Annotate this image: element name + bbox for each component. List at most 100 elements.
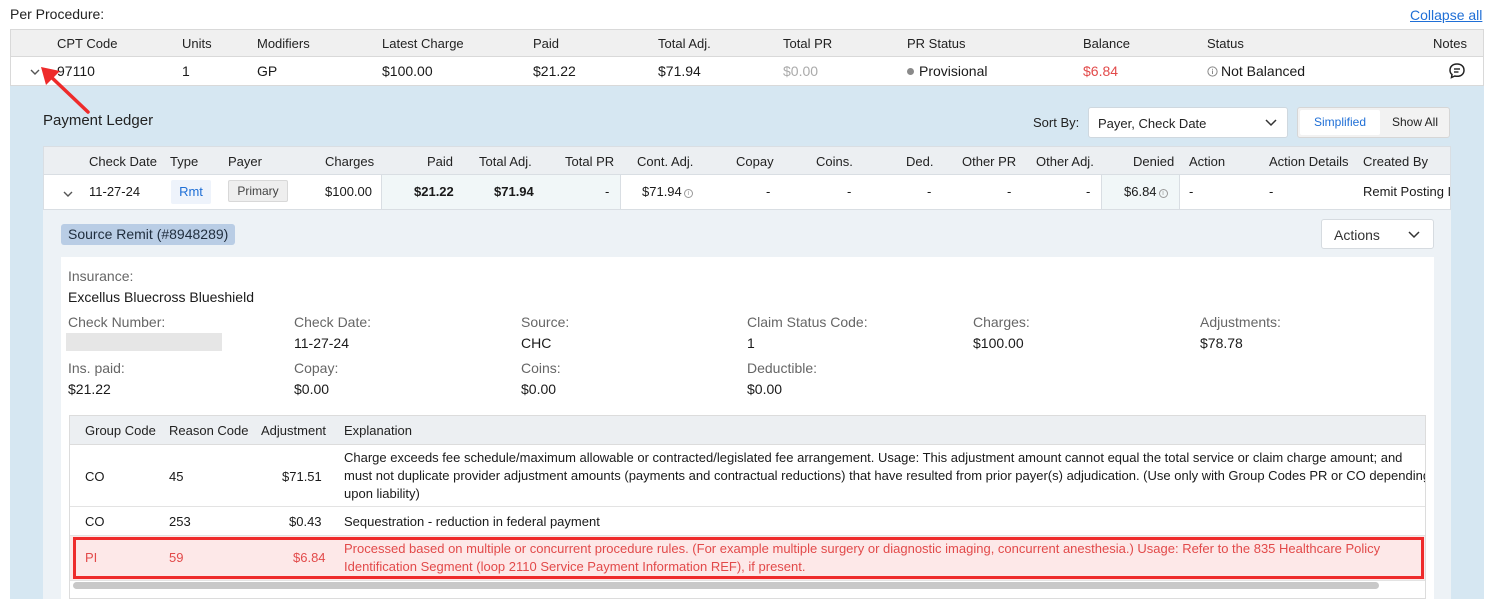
col-adjustment: Adjustment bbox=[261, 423, 327, 438]
chevron-down-icon bbox=[1407, 229, 1421, 244]
source-label: Source: bbox=[521, 314, 570, 330]
ledger-row[interactable]: 11-27-24 Rmt Primary $100.00 $21.22 $71.… bbox=[43, 175, 1451, 210]
col-reason-code: Reason Code bbox=[169, 423, 249, 438]
claim-status-code-value: 1 bbox=[747, 335, 755, 351]
annotation-arrow-icon bbox=[41, 67, 90, 114]
col-status: Status bbox=[1207, 36, 1244, 51]
col-created-by: Created By bbox=[1363, 154, 1429, 169]
group-code-cell: CO bbox=[85, 469, 105, 484]
ins-paid-label: Ins. paid: bbox=[68, 360, 125, 376]
check-date-value: 11-27-24 bbox=[89, 184, 141, 199]
col-paid: Paid bbox=[427, 154, 454, 169]
source-value: CHC bbox=[521, 335, 552, 351]
status-text: Not Balanced bbox=[1221, 63, 1306, 79]
denied-value: $6.84 i bbox=[1124, 184, 1168, 199]
explanation-cell: Charge exceeds fee schedule/maximum allo… bbox=[344, 450, 1426, 501]
col-total-pr: Total PR bbox=[565, 154, 615, 169]
col-action: Action bbox=[1189, 154, 1226, 169]
check-number-label: Check Number: bbox=[68, 314, 166, 330]
total-pr-value: - bbox=[605, 184, 610, 199]
adjustments-value: $78.78 bbox=[1200, 335, 1243, 351]
col-modifiers: Modifiers bbox=[257, 36, 310, 51]
col-total-pr: Total PR bbox=[783, 36, 833, 51]
created-by-value: Remit Posting I bbox=[1363, 184, 1451, 199]
sort-by-select[interactable]: Payer, Check Date bbox=[1088, 107, 1288, 138]
total-adj-value: $71.94 bbox=[658, 63, 701, 79]
page-title: Per Procedure: bbox=[10, 6, 105, 22]
col-group-code: Group Code bbox=[85, 423, 156, 438]
info-icon[interactable]: i bbox=[683, 189, 693, 198]
charges-label: Charges: bbox=[973, 314, 1030, 330]
actions-dropdown-button[interactable]: Actions bbox=[1321, 219, 1434, 249]
view-show-all-button[interactable]: Show All bbox=[1382, 110, 1448, 135]
col-cpt-code: CPT Code bbox=[57, 36, 118, 51]
notes-icon[interactable] bbox=[1448, 62, 1466, 83]
action-value: - bbox=[1189, 184, 1194, 199]
chevron-down-icon[interactable] bbox=[62, 187, 74, 202]
info-icon[interactable]: i bbox=[1158, 189, 1168, 198]
col-notes: Notes bbox=[1433, 36, 1467, 51]
col-units: Units bbox=[182, 36, 212, 51]
sort-by-label: Sort By: bbox=[1033, 115, 1080, 130]
col-action-details: Action Details bbox=[1269, 154, 1349, 169]
copay-label: Copay: bbox=[294, 360, 339, 376]
adjustments-label: Adjustments: bbox=[1200, 314, 1281, 330]
check-date-value: 11-27-24 bbox=[294, 335, 350, 351]
pr-status-text: Provisional bbox=[919, 63, 988, 79]
denied-text: $6.84 bbox=[1124, 184, 1157, 199]
ded-value: - bbox=[927, 184, 932, 199]
explanation-cell: Sequestration - reduction in federal pay… bbox=[344, 514, 600, 529]
charges-value: $100.00 bbox=[325, 184, 372, 199]
units-value: 1 bbox=[182, 63, 190, 79]
table-row[interactable]: CO 253 $0.43 Sequestration - reduction i… bbox=[70, 507, 1425, 536]
procedure-table-header: CPT Code Units Modifiers Latest Charge P… bbox=[10, 29, 1484, 57]
paid-value: $21.22 bbox=[414, 184, 454, 199]
charges-value: $100.00 bbox=[973, 335, 1024, 351]
claim-status-code-label: Claim Status Code: bbox=[747, 314, 868, 330]
horizontal-scrollbar[interactable] bbox=[73, 582, 1379, 589]
highlight-box bbox=[73, 537, 1424, 579]
cont-adj-value: $71.94 i bbox=[642, 184, 693, 199]
col-payer: Payer bbox=[228, 154, 262, 169]
status-value: Not Balanced bbox=[1207, 63, 1305, 79]
ledger-table-header: Check Date Type Payer Charges Paid Total… bbox=[43, 146, 1451, 175]
col-ded: Ded. bbox=[906, 154, 934, 169]
col-latest-charge: Latest Charge bbox=[382, 36, 464, 51]
col-type: Type bbox=[170, 154, 199, 169]
view-simplified-button[interactable]: Simplified bbox=[1300, 110, 1380, 135]
col-charges: Charges bbox=[325, 154, 375, 169]
info-icon bbox=[1207, 66, 1218, 77]
copay-value: - bbox=[766, 184, 771, 199]
deductible-label: Deductible: bbox=[747, 360, 818, 376]
group-code-cell: CO bbox=[85, 514, 105, 529]
col-total-adj: Total Adj. bbox=[658, 36, 711, 51]
latest-charge-value: $100.00 bbox=[382, 63, 433, 79]
view-toggle: Simplified Show All bbox=[1297, 107, 1450, 138]
pr-status-value: Provisional bbox=[907, 63, 987, 79]
col-balance: Balance bbox=[1083, 36, 1130, 51]
adjustment-cell: $0.43 bbox=[289, 514, 322, 529]
paid-value: $21.22 bbox=[533, 63, 576, 79]
status-dot-icon bbox=[907, 68, 914, 75]
col-check-date: Check Date bbox=[89, 154, 157, 169]
source-remit-badge[interactable]: Source Remit (#8948289) bbox=[61, 224, 236, 245]
coins-label: Coins: bbox=[521, 360, 561, 376]
type-badge[interactable]: Rmt bbox=[171, 180, 211, 204]
modifiers-value: GP bbox=[257, 63, 278, 79]
table-row[interactable]: CO 45 $71.51 Charge exceeds fee schedule… bbox=[70, 445, 1426, 507]
col-cont-adj: Cont. Adj. bbox=[637, 154, 694, 169]
coins-value: - bbox=[847, 184, 852, 199]
cont-adj-text: $71.94 bbox=[642, 184, 682, 199]
procedure-row[interactable]: 97110 1 GP $100.00 $21.22 $71.94 $0.00 P… bbox=[10, 57, 1484, 86]
adjustment-cell: $71.51 bbox=[282, 469, 322, 484]
chevron-down-icon bbox=[1264, 117, 1278, 132]
adjustment-table-header: Group Code Reason Code Adjustment Explan… bbox=[70, 416, 1425, 445]
coins-value: $0.00 bbox=[521, 381, 557, 397]
insurance-label: Insurance: bbox=[68, 268, 134, 284]
actions-label: Actions bbox=[1334, 227, 1380, 243]
collapse-all-link[interactable]: Collapse all bbox=[1410, 7, 1482, 23]
col-coins: Coins. bbox=[816, 154, 853, 169]
col-explanation: Explanation bbox=[344, 423, 412, 438]
insurance-value: Excellus Bluecross Blueshield bbox=[68, 289, 254, 305]
sort-by-value: Payer, Check Date bbox=[1098, 116, 1207, 131]
